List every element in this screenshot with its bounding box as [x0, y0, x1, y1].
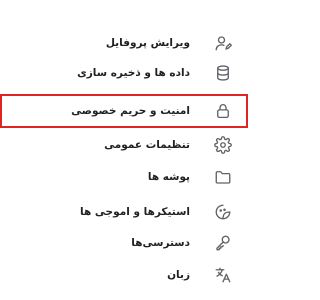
user-edit-icon — [214, 34, 232, 52]
key-icon — [214, 234, 232, 252]
menu-item-data-storage[interactable]: داده ها و ذخیره سازی — [0, 56, 248, 90]
menu-item-folders[interactable]: پوشه ها — [0, 160, 248, 194]
sticker-icon — [214, 203, 232, 221]
menu-item-label: استیکرها و اموجی ها — [80, 206, 190, 218]
settings-menu: ویرایش پروفایل داده ها و ذخیره سازی امنی… — [0, 0, 248, 300]
database-icon — [214, 64, 232, 82]
menu-item-label: دسترسی‌ها — [131, 237, 190, 249]
folder-icon — [214, 168, 232, 186]
menu-item-language[interactable]: زبان — [0, 258, 248, 292]
menu-item-general-settings[interactable]: تنظیمات عمومی — [0, 128, 248, 162]
menu-item-label: داده ها و ذخیره سازی — [77, 67, 190, 79]
menu-item-security-privacy[interactable]: امنیت و حریم خصوصی — [0, 94, 248, 128]
translate-icon — [214, 266, 232, 284]
gear-icon — [214, 136, 232, 154]
menu-item-label: ویرایش پروفایل — [105, 37, 190, 49]
menu-item-permissions[interactable]: دسترسی‌ها — [0, 226, 248, 260]
menu-item-label: امنیت و حریم خصوصی — [71, 105, 190, 117]
menu-item-label: پوشه ها — [147, 171, 190, 183]
menu-item-stickers-emoji[interactable]: استیکرها و اموجی ها — [0, 195, 248, 229]
menu-item-label: زبان — [167, 269, 190, 281]
lock-icon — [214, 102, 232, 120]
menu-item-edit-profile[interactable]: ویرایش پروفایل — [0, 26, 248, 60]
menu-item-label: تنظیمات عمومی — [104, 139, 190, 151]
